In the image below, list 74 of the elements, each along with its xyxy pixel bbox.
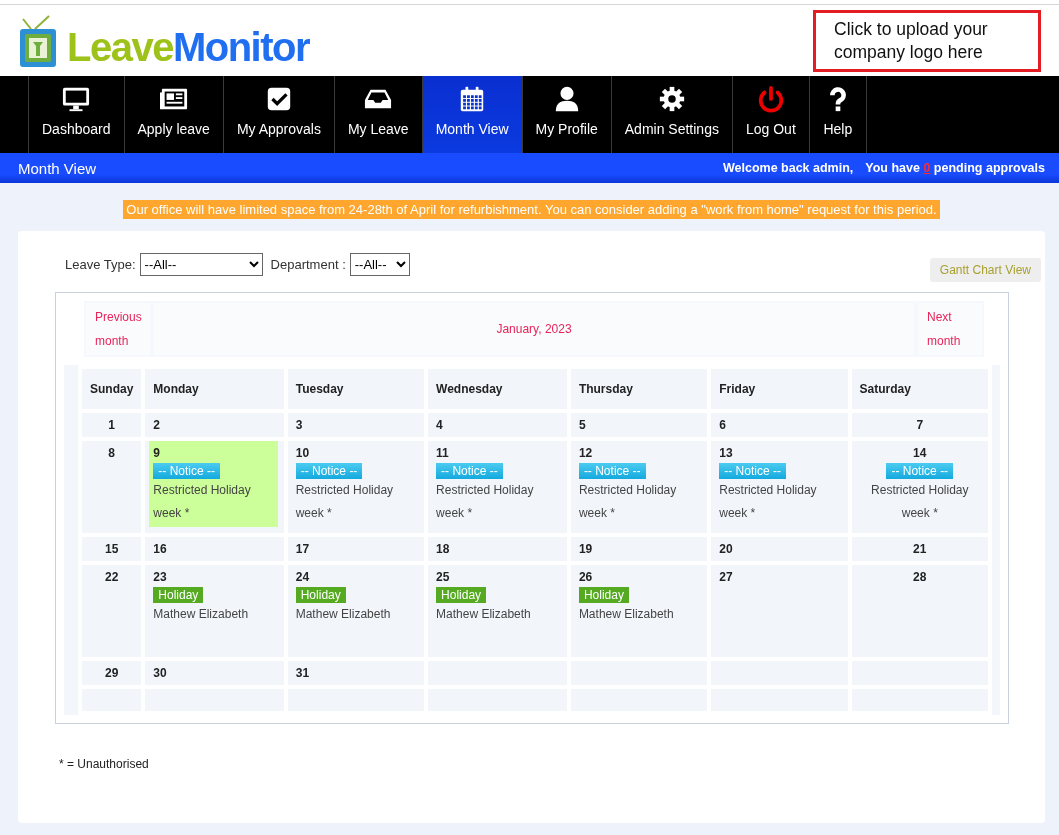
- weekday-header: Sunday: [82, 369, 142, 409]
- event-text: Restricted Holiday week *: [719, 482, 818, 522]
- day-number: 17: [295, 541, 311, 557]
- day-number: 29: [104, 665, 120, 681]
- day-number: 14: [912, 445, 928, 461]
- announcement-banner: Our office will have limited space from 24-28th of April for refurbishment. You can consider adding a "work from home" request for this period.: [123, 200, 940, 219]
- upload-logo-button[interactable]: Click to upload your company logo here: [813, 10, 1041, 72]
- weekday-header: Wednesday: [428, 369, 567, 409]
- weekday-header: Monday: [145, 369, 284, 409]
- notice-label: -- Notice --: [153, 463, 220, 479]
- filter-label: Leave Type:: [65, 257, 136, 272]
- day-number: 27: [719, 569, 734, 585]
- logo[interactable]: LeaveMonitor: [19, 12, 310, 69]
- day-number: 7: [915, 417, 925, 433]
- day-number: 21: [912, 541, 928, 557]
- day-number: 10: [295, 445, 311, 461]
- day-number: 30: [153, 665, 168, 681]
- day-number: 9: [153, 445, 162, 461]
- filter-dropdown[interactable]: --All--: [139, 253, 263, 276]
- holiday-label: Holiday: [295, 587, 346, 603]
- day-number: 16: [153, 541, 168, 557]
- day-number: 13: [719, 445, 734, 461]
- event-text: Mathew Elizabeth: [153, 606, 250, 623]
- day-number: 20: [719, 541, 734, 557]
- day-number: 15: [104, 541, 120, 557]
- day-number: 8: [107, 445, 116, 461]
- filter-label: Department :: [270, 257, 346, 272]
- day-number: 23: [153, 569, 168, 585]
- holiday-label: Holiday: [436, 587, 487, 603]
- notice-label: -- Notice --: [436, 463, 503, 479]
- notice-label: -- Notice --: [578, 463, 646, 479]
- weekday-header: Tuesday: [287, 369, 425, 409]
- day-number: 18: [436, 541, 451, 557]
- event-text: Mathew Elizabeth: [436, 606, 532, 623]
- next-month-link[interactable]: Next month: [918, 303, 982, 355]
- notice-label: -- Notice --: [295, 463, 363, 479]
- event-text: Mathew Elizabeth: [295, 606, 392, 623]
- filter-dropdown[interactable]: --All--: [349, 253, 410, 276]
- day-number: 25: [436, 569, 451, 585]
- day-number: 5: [578, 417, 587, 433]
- notice-label: -- Notice --: [719, 463, 786, 479]
- event-text: Restricted Holiday week *: [870, 482, 970, 522]
- day-number: 26: [578, 569, 594, 585]
- event-text: Restricted Holiday week *: [153, 482, 252, 522]
- weekday-header: Saturday: [851, 369, 988, 409]
- day-number: 22: [104, 569, 120, 585]
- day-number: 11: [436, 445, 450, 461]
- holiday-label: Holiday: [578, 587, 629, 603]
- day-number: 1: [107, 417, 116, 433]
- day-number: 3: [295, 417, 304, 433]
- notice-label: -- Notice --: [886, 463, 954, 479]
- day-number: 28: [912, 569, 928, 585]
- day-number: 19: [578, 541, 594, 557]
- day-number: 4: [436, 417, 444, 433]
- previous-month-link[interactable]: Previous month: [86, 303, 150, 355]
- weekday-header: Friday: [711, 369, 848, 409]
- event-text: Restricted Holiday week *: [295, 482, 395, 522]
- holiday-label: Holiday: [153, 587, 204, 603]
- event-text: Restricted Holiday week *: [578, 482, 678, 522]
- day-number: 24: [295, 569, 311, 585]
- event-text: Restricted Holiday week *: [436, 482, 535, 522]
- day-number: 12: [578, 445, 594, 461]
- day-number: 31: [295, 665, 311, 681]
- nav-tab[interactable]: Month View: [421, 76, 522, 153]
- day-number: 6: [719, 417, 727, 433]
- day-number: 2: [153, 417, 162, 433]
- welcome-text: Welcome back admin,: [722, 161, 854, 175]
- weekday-header: Thursday: [570, 369, 708, 409]
- monitor-icon: [61, 85, 92, 113]
- pending-approvals-text: You have 0 pending approvals: [865, 161, 1045, 175]
- legend-text: * = Unauthorised: [59, 757, 150, 771]
- page-title: Month View: [18, 159, 97, 177]
- event-text: Mathew Elizabeth: [578, 606, 675, 623]
- month-title: January, 2023: [496, 322, 572, 336]
